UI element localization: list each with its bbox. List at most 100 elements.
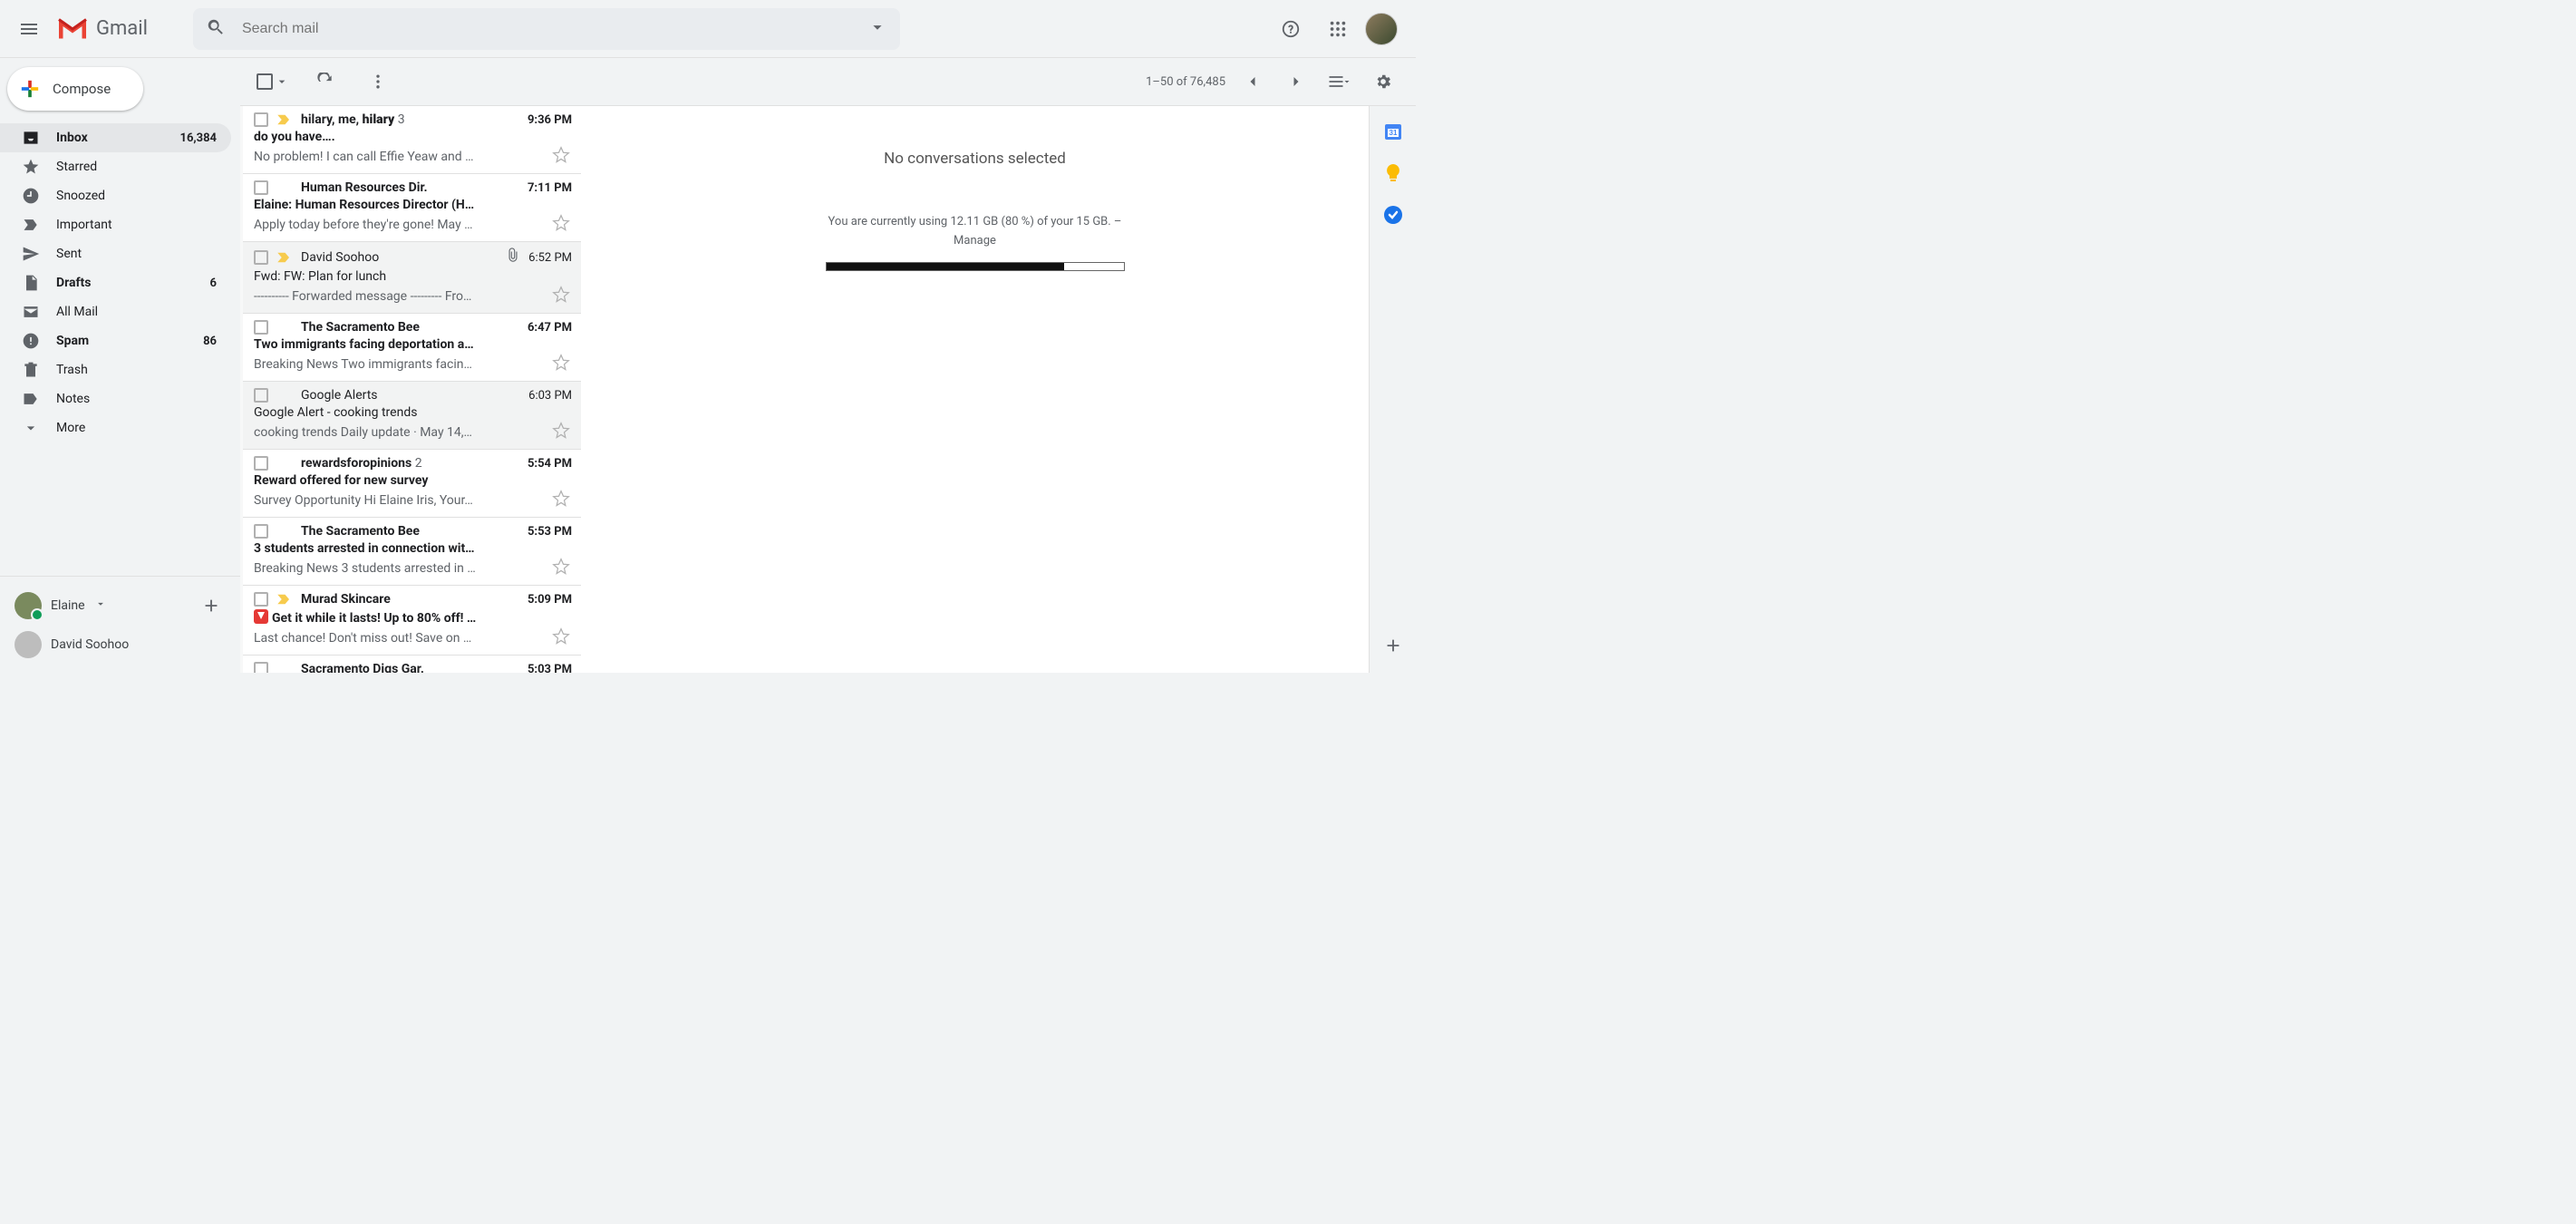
sidebar-item-drafts[interactable]: Drafts6 — [0, 268, 231, 297]
storage-bar-fill — [827, 263, 1064, 270]
sidebar-item-label: Starred — [56, 160, 97, 174]
conversation-row[interactable]: Human Resources Dir.7:11 PMElaine: Human… — [243, 174, 581, 242]
account-avatar[interactable] — [1365, 13, 1398, 45]
compose-button[interactable]: Compose — [7, 67, 143, 111]
conversation-row[interactable]: hilary, me, hilary 39:36 PMdo you have….… — [240, 106, 581, 174]
conversation-row[interactable]: Sacramento Digs Gar.5:03 PM — [243, 656, 581, 673]
row-subject: do you have…. — [254, 130, 572, 144]
search-input[interactable] — [242, 21, 867, 37]
chevron-down-icon — [1341, 76, 1352, 87]
row-checkbox[interactable] — [254, 112, 268, 127]
sidebar-item-label: Important — [56, 218, 112, 232]
conversation-row[interactable]: David Soohoo6:52 PMFwd: FW: Plan for lun… — [243, 242, 581, 314]
get-addons-button[interactable] — [1382, 635, 1404, 656]
row-checkbox[interactable] — [254, 524, 268, 539]
sidebar-item-spam[interactable]: Spam86 — [0, 326, 231, 355]
hangouts-new-button[interactable] — [197, 591, 226, 620]
star-button[interactable] — [552, 214, 572, 236]
tasks-addon[interactable] — [1382, 204, 1404, 226]
star-button[interactable] — [552, 490, 572, 511]
main-menu-button[interactable] — [7, 7, 51, 51]
sidebar-item-allmail[interactable]: All Mail — [0, 297, 231, 326]
support-button[interactable] — [1271, 9, 1311, 49]
star-button[interactable] — [552, 146, 572, 168]
important-marker[interactable] — [276, 455, 294, 471]
conversation-row[interactable]: rewardsforopinions 25:54 PMReward offere… — [243, 450, 581, 518]
conversation-row[interactable]: Murad Skincare5:09 PMGet it while it las… — [243, 586, 581, 656]
row-sender: The Sacramento Bee — [301, 524, 520, 539]
row-sender: Sacramento Digs Gar. — [301, 662, 520, 673]
hangouts-me-row[interactable]: Elaine — [11, 586, 229, 626]
row-subject: 3 students arrested in connection wit… — [254, 541, 572, 556]
sidebar-item-label: Trash — [56, 363, 88, 377]
search-bar[interactable] — [193, 8, 900, 50]
important-marker[interactable] — [276, 387, 294, 403]
conversation-list: hilary, me, hilary 39:36 PMdo you have….… — [240, 106, 581, 673]
keep-addon[interactable] — [1382, 162, 1404, 184]
sidebar-item-notes[interactable]: Notes — [0, 384, 231, 413]
refresh-button[interactable] — [309, 65, 342, 98]
sent-icon — [22, 245, 40, 263]
attachment-icon — [505, 248, 521, 267]
row-checkbox[interactable] — [254, 592, 268, 607]
important-marker[interactable] — [276, 523, 294, 539]
select-all-checkbox[interactable] — [257, 73, 289, 90]
hangouts-contact-row[interactable]: David Soohoo — [11, 626, 229, 664]
sidebar-item-more[interactable]: More — [0, 413, 231, 442]
search-options-button[interactable] — [867, 17, 887, 41]
empty-state-text: No conversations selected — [884, 150, 1066, 168]
manage-storage-link[interactable]: Manage — [954, 234, 996, 248]
sidebar-item-count: 86 — [203, 335, 217, 348]
pagination-range: 1–50 of 76,485 — [1146, 75, 1225, 89]
toolbar: 1–50 of 76,485 — [240, 58, 1416, 105]
nav-list: Inbox16,384 Starred Snoozed Important Sent Dr… — [0, 123, 240, 442]
row-checkbox[interactable] — [254, 320, 268, 335]
hangouts-me-name: Elaine — [51, 598, 85, 613]
sidebar-item-label: Snoozed — [56, 189, 105, 203]
sidebar-item-starred[interactable]: Starred — [0, 152, 231, 181]
split-pane-button[interactable] — [1323, 65, 1356, 98]
newer-page-button[interactable] — [1236, 65, 1269, 98]
star-button[interactable] — [552, 627, 572, 649]
row-checkbox[interactable] — [254, 180, 268, 195]
important-marker[interactable] — [276, 249, 294, 266]
row-checkbox[interactable] — [254, 388, 268, 403]
star-icon — [22, 158, 40, 176]
label-icon — [22, 390, 40, 408]
important-marker[interactable] — [276, 180, 294, 196]
sidebar-item-important[interactable]: Important — [0, 210, 231, 239]
gmail-logo[interactable]: Gmail — [54, 11, 148, 47]
important-marker[interactable] — [276, 319, 294, 335]
inbox-icon — [22, 129, 40, 147]
settings-button[interactable] — [1367, 65, 1399, 98]
star-button[interactable] — [552, 558, 572, 579]
row-snippet: ---------- Forwarded message --------- F… — [254, 289, 547, 304]
sidebar-item-inbox[interactable]: Inbox16,384 — [0, 123, 231, 152]
sidebar-item-trash[interactable]: Trash — [0, 355, 231, 384]
conversation-row[interactable]: Google Alerts6:03 PMGoogle Alert - cooki… — [243, 382, 581, 450]
more-actions-button[interactable] — [362, 65, 394, 98]
sidebar-item-sent[interactable]: Sent — [0, 239, 231, 268]
row-checkbox[interactable] — [254, 662, 268, 673]
star-button[interactable] — [552, 354, 572, 375]
sidebar-item-snoozed[interactable]: Snoozed — [0, 181, 231, 210]
row-checkbox[interactable] — [254, 250, 268, 265]
conversation-row[interactable]: The Sacramento Bee5:53 PM3 students arre… — [243, 518, 581, 586]
row-time: 5:54 PM — [528, 457, 572, 471]
reading-pane: No conversations selected You are curren… — [581, 106, 1369, 673]
google-apps-button[interactable] — [1318, 9, 1358, 49]
star-button[interactable] — [552, 422, 572, 443]
star-button[interactable] — [552, 286, 572, 307]
more-vert-icon — [369, 73, 387, 91]
sidebar-item-label: Sent — [56, 247, 82, 261]
row-checkbox[interactable] — [254, 456, 268, 471]
tasks-icon — [1382, 204, 1404, 226]
conversation-row[interactable]: The Sacramento Bee6:47 PMTwo immigrants … — [243, 314, 581, 382]
important-marker[interactable] — [276, 112, 294, 128]
row-snippet: cooking trends Daily update · May 14,… — [254, 425, 547, 440]
older-page-button[interactable] — [1280, 65, 1312, 98]
important-marker[interactable] — [276, 661, 294, 673]
important-marker[interactable] — [276, 591, 294, 607]
calendar-addon[interactable]: 31 — [1382, 121, 1404, 142]
row-subject: Two immigrants facing deportation a… — [254, 337, 572, 352]
